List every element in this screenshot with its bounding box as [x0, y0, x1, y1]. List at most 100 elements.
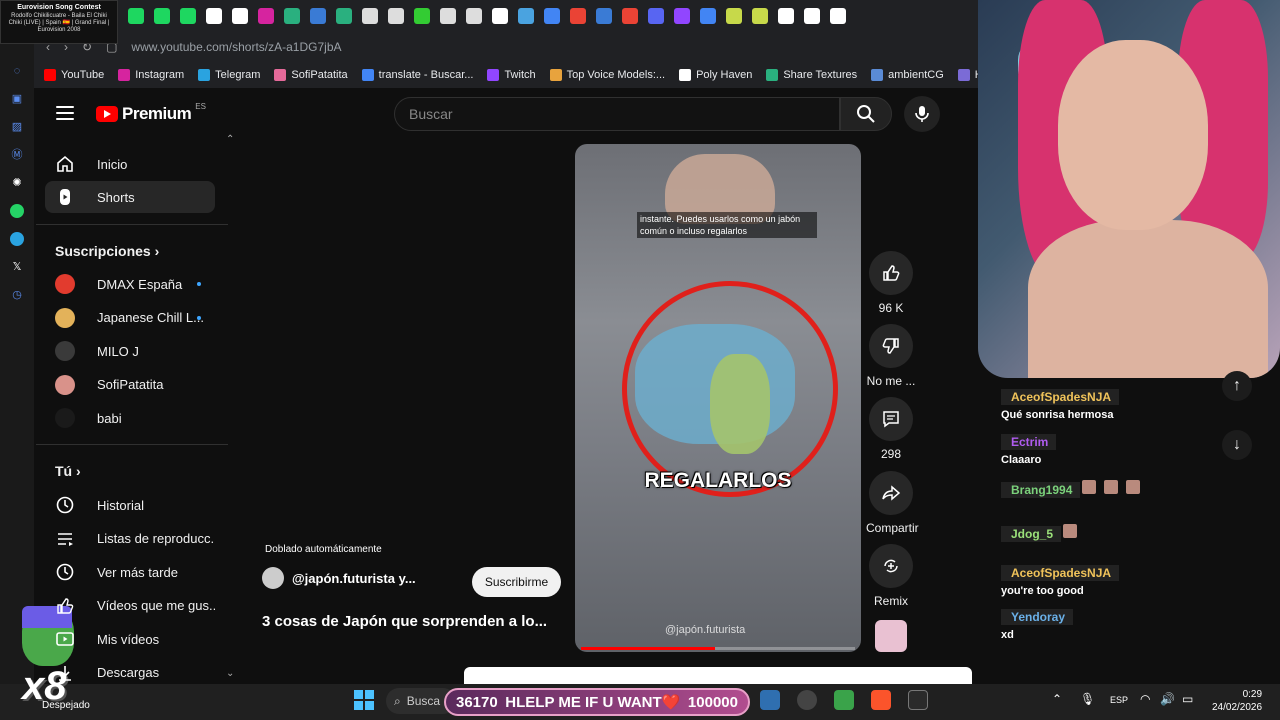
extension-icon[interactable]: [206, 8, 222, 24]
extension-icon[interactable]: [596, 8, 612, 24]
bookmark-item[interactable]: Share Textures: [766, 69, 857, 81]
sidebar-item[interactable]: Japanese Chill L...: [45, 302, 215, 334]
bookmark-item[interactable]: Twitch: [487, 69, 536, 81]
extension-icon[interactable]: [700, 8, 716, 24]
extension-icon[interactable]: [362, 8, 378, 24]
extension-icon[interactable]: [570, 8, 586, 24]
bookmark-item[interactable]: Poly Haven: [679, 69, 752, 81]
whatsapp-icon[interactable]: [10, 204, 24, 218]
sound-thumbnail[interactable]: [875, 620, 907, 652]
edit-icon[interactable]: ▨: [10, 120, 24, 134]
channel-avatar[interactable]: [262, 567, 284, 589]
url-text[interactable]: www.youtube.com/shorts/zA-a1DG7jbA: [131, 40, 341, 54]
bookmark-item[interactable]: Instagram: [118, 69, 184, 81]
extension-icon[interactable]: [310, 8, 326, 24]
extension-icon[interactable]: [518, 8, 534, 24]
video-progress-bar[interactable]: [581, 647, 855, 650]
windows-start-icon[interactable]: [354, 690, 374, 710]
epic-games-icon[interactable]: [908, 690, 928, 710]
scroll-down-icon[interactable]: ⌄: [226, 668, 234, 679]
extension-icon[interactable]: [778, 8, 794, 24]
extension-icon[interactable]: [284, 8, 300, 24]
bookmark-item[interactable]: YouTube: [44, 69, 104, 81]
extension-icon[interactable]: [726, 8, 742, 24]
subscriptions-heading[interactable]: Suscripciones ›: [55, 243, 159, 259]
sidebar-item[interactable]: Listas de reproducc...: [45, 523, 215, 555]
chatgpt-icon[interactable]: ✺: [10, 176, 24, 190]
extension-icon[interactable]: [674, 8, 690, 24]
telegram-icon[interactable]: [10, 232, 24, 246]
extension-icon[interactable]: [830, 8, 846, 24]
volume-icon[interactable]: 🔊: [1160, 692, 1175, 706]
search-button[interactable]: [840, 97, 892, 131]
bookmark-item[interactable]: ambientCG: [871, 69, 944, 81]
app-icon-2[interactable]: [797, 690, 817, 710]
you-heading[interactable]: Tú ›: [55, 463, 81, 479]
voice-search-button[interactable]: [904, 96, 940, 132]
sidebar-item[interactable]: Inicio: [45, 148, 215, 180]
copilot-icon[interactable]: ◌: [10, 64, 24, 78]
chat-scroll-down[interactable]: ↓: [1222, 430, 1252, 460]
sidebar-item[interactable]: babi: [45, 402, 215, 434]
sidebar-item[interactable]: DMAX España: [45, 268, 215, 300]
sidebar-item[interactable]: Mis vídeos: [45, 623, 215, 655]
extension-icon[interactable]: [128, 8, 144, 24]
extension-icon[interactable]: [388, 8, 404, 24]
action-like-button[interactable]: 96 K: [866, 251, 916, 315]
tray-mic-icon[interactable]: 🎙: [1080, 692, 1095, 706]
extension-icon[interactable]: [466, 8, 482, 24]
extension-icon[interactable]: [414, 8, 430, 24]
action-dislike-button[interactable]: No me ...: [866, 324, 916, 388]
bookmark-item[interactable]: SofiPatatita: [274, 69, 348, 81]
extension-icon[interactable]: [154, 8, 170, 24]
action-comment-button[interactable]: 298: [866, 397, 916, 461]
battery-icon[interactable]: ▭: [1182, 692, 1193, 706]
extension-icon[interactable]: [440, 8, 456, 24]
youtube-logo[interactable]: Premium ES: [96, 102, 206, 124]
extension-icon[interactable]: [180, 8, 196, 24]
channel-name[interactable]: @japón.futurista y...: [292, 571, 416, 586]
search-input[interactable]: Buscar: [394, 97, 840, 131]
app-icon-3[interactable]: [834, 690, 854, 710]
extension-icon[interactable]: [258, 8, 274, 24]
subscribe-button[interactable]: Suscribirme: [472, 567, 561, 597]
action-remix-button[interactable]: Remix: [866, 544, 916, 608]
action-share-button[interactable]: Compartir: [866, 471, 919, 535]
m-icon[interactable]: Ⓜ: [10, 148, 24, 162]
short-video[interactable]: instante. Puedes usarlos como un jabón c…: [575, 144, 861, 652]
bookmark-item[interactable]: Top Voice Models:...: [549, 69, 665, 81]
extension-icon[interactable]: [752, 8, 768, 24]
menu-icon[interactable]: [56, 104, 74, 122]
chat-scroll-up[interactable]: ↑: [1222, 371, 1252, 401]
extension-icon[interactable]: [622, 8, 638, 24]
bookmark-favicon-icon: [871, 69, 884, 81]
sidebar-item[interactable]: Descargas: [45, 657, 215, 689]
weather-text[interactable]: Despejado: [42, 700, 90, 711]
extension-icon[interactable]: [232, 8, 248, 24]
scroll-up-icon[interactable]: ⌃: [226, 134, 234, 145]
extension-icon[interactable]: [492, 8, 508, 24]
history-clock-icon[interactable]: ◷: [10, 288, 24, 302]
bookmark-item[interactable]: Ha: [957, 69, 980, 81]
language-indicator[interactable]: ESP: [1110, 695, 1128, 705]
tray-chevron-icon[interactable]: ⌃: [1052, 692, 1062, 706]
bookmark-item[interactable]: Telegram: [198, 69, 260, 81]
bookmark-item[interactable]: translate - Buscar...: [361, 69, 473, 81]
short-title[interactable]: 3 cosas de Japón que sorprenden a lo...: [262, 613, 562, 630]
app-icon-1[interactable]: [760, 690, 780, 710]
clock[interactable]: 0:29 24/02/2026: [1212, 688, 1262, 714]
sidebar-item[interactable]: Ver más tarde: [45, 556, 215, 588]
brave-icon[interactable]: [871, 690, 891, 710]
extension-icon[interactable]: [648, 8, 664, 24]
wifi-icon[interactable]: ◠: [1140, 692, 1150, 706]
sidebar-item[interactable]: Shorts: [45, 181, 215, 213]
extension-icon[interactable]: [804, 8, 820, 24]
extension-icon[interactable]: [544, 8, 560, 24]
sidebar-item[interactable]: SofiPatatita: [45, 369, 215, 401]
sidebar-item[interactable]: Historial: [45, 489, 215, 521]
sidebar-item[interactable]: MILO J: [45, 335, 215, 367]
extension-icon[interactable]: [336, 8, 352, 24]
bag-icon[interactable]: ▣: [10, 92, 24, 106]
sidebar-item[interactable]: Vídeos que me gus...: [45, 590, 215, 622]
x-icon[interactable]: 𝕏: [10, 260, 24, 274]
